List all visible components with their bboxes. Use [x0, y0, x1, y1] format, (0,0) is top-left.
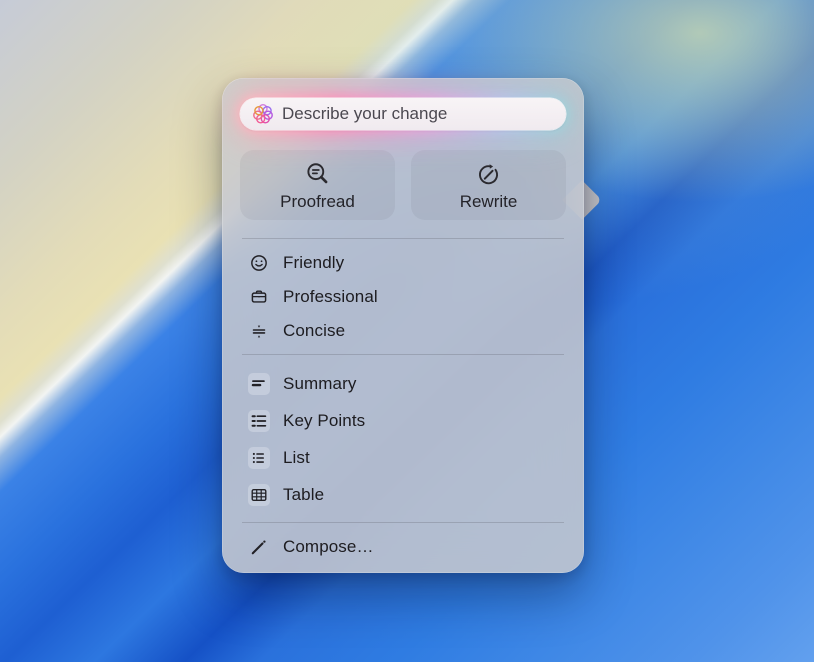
- describe-change-field-wrap: [240, 98, 566, 130]
- menu-item-table[interactable]: Table: [222, 476, 584, 513]
- summary-label: Summary: [283, 374, 356, 394]
- smiley-face-icon: [248, 252, 270, 274]
- describe-change-field[interactable]: [240, 98, 566, 130]
- proofread-label: Proofread: [280, 193, 355, 210]
- menu-item-summary[interactable]: Summary: [222, 365, 584, 402]
- key-points-label: Key Points: [283, 411, 365, 431]
- rewrite-label: Rewrite: [460, 193, 518, 210]
- writing-tools-popover: Proofread Rewrite: [222, 78, 584, 573]
- summary-lines-icon: [248, 373, 270, 395]
- divider: [242, 238, 564, 239]
- menu-item-compose[interactable]: Compose…: [222, 530, 584, 564]
- concise-label: Concise: [283, 321, 345, 341]
- popover-panel: Proofread Rewrite: [222, 78, 584, 573]
- rewrite-button[interactable]: Rewrite: [411, 150, 566, 220]
- menu-item-key-points[interactable]: Key Points: [222, 402, 584, 439]
- compress-lines-icon: [248, 320, 270, 342]
- table-grid-icon: [248, 484, 270, 506]
- format-menu-group: Summary Key Points: [222, 365, 584, 513]
- proofread-magnifier-icon: [304, 161, 331, 188]
- table-label: Table: [283, 485, 324, 505]
- compose-label: Compose…: [283, 537, 374, 557]
- menu-item-concise[interactable]: Concise: [222, 314, 584, 348]
- menu-item-professional[interactable]: Professional: [222, 280, 584, 314]
- apple-intelligence-icon: [252, 103, 274, 125]
- menu-item-friendly[interactable]: Friendly: [222, 246, 584, 280]
- compose-pencil-icon: [248, 536, 270, 558]
- rewrite-circular-arrow-icon: [475, 161, 502, 188]
- compose-menu-group: Compose…: [222, 530, 584, 564]
- professional-label: Professional: [283, 287, 378, 307]
- divider: [242, 522, 564, 523]
- list-label: List: [283, 448, 310, 468]
- friendly-label: Friendly: [283, 253, 344, 273]
- menu-item-list[interactable]: List: [222, 439, 584, 476]
- briefcase-icon: [248, 286, 270, 308]
- proofread-button[interactable]: Proofread: [240, 150, 395, 220]
- tone-menu-group: Friendly Professional: [222, 246, 584, 348]
- bulleted-list-icon: [248, 410, 270, 432]
- describe-change-input[interactable]: [282, 104, 554, 124]
- small-list-icon: [248, 447, 270, 469]
- primary-actions: Proofread Rewrite: [240, 150, 566, 220]
- divider: [242, 354, 564, 355]
